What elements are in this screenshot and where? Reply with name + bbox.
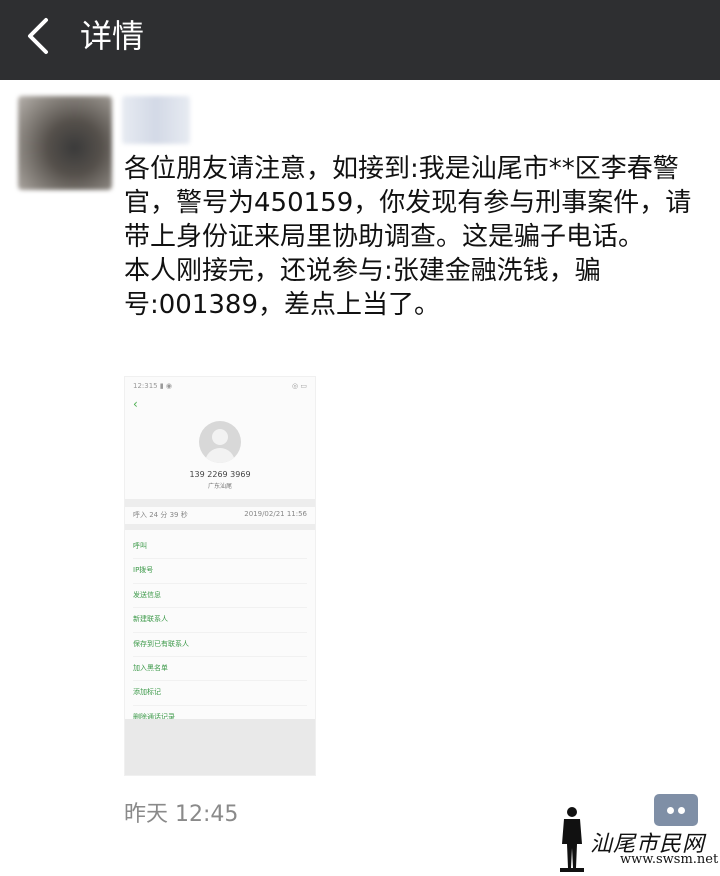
mini-phone-number: 139 2269 3969 bbox=[189, 470, 251, 479]
mini-status-bar: 12:315 ▮ ◉ ◎ ▭ bbox=[133, 382, 307, 390]
mini-status-left: 12:315 ▮ ◉ bbox=[133, 382, 173, 390]
chevron-left-icon bbox=[28, 18, 48, 54]
avatar[interactable] bbox=[18, 96, 112, 190]
mini-location: 广东汕尾 bbox=[207, 483, 232, 490]
mini-action-item: 添加标记 bbox=[133, 681, 307, 706]
comment-button[interactable] bbox=[654, 794, 698, 826]
mini-status-right: ◎ ▭ bbox=[292, 382, 307, 390]
back-button[interactable] bbox=[18, 14, 60, 58]
mini-footer bbox=[125, 719, 315, 775]
mini-action-item: 呼叫 bbox=[133, 535, 307, 560]
mini-action-item: 发送信息 bbox=[133, 584, 307, 609]
mini-action-item: 加入黑名单 bbox=[133, 657, 307, 682]
page-title: 详情 bbox=[80, 17, 145, 55]
attached-screenshot[interactable]: 12:315 ▮ ◉ ◎ ▭ ‹ 139 2269 3969 广东汕尾 呼入 2… bbox=[124, 376, 316, 776]
mini-action-item: 新建联系人 bbox=[133, 608, 307, 633]
mini-call-record: 呼入 24 分 39 秒 2019/02/21 11:56 bbox=[133, 510, 307, 520]
post-line-1: 各位朋友请注意，如接到:我是汕尾市**区李春警官，警号为450159，你发现有参… bbox=[124, 154, 692, 252]
mini-call-date: 2019/02/21 11:56 bbox=[244, 510, 307, 518]
mini-action-item: 保存到已有联系人 bbox=[133, 633, 307, 657]
top-bar: 详情 bbox=[0, 0, 720, 80]
mini-call-duration: 呼入 24 分 39 秒 bbox=[133, 511, 188, 519]
post-text: 各位朋友请注意，如接到:我是汕尾市**区李春警官，警号为450159，你发现有参… bbox=[124, 152, 704, 322]
mini-action-item: IP拨号 bbox=[133, 559, 307, 584]
post-line-2: 本人刚接完，还说参与:张建金融洗钱，骗号:001389，差点上当了。 bbox=[124, 256, 601, 320]
mini-contact-avatar bbox=[199, 421, 241, 463]
mini-divider bbox=[125, 524, 315, 530]
nickname-blurred[interactable] bbox=[122, 96, 190, 144]
watermark-figure-icon bbox=[560, 807, 584, 872]
post-timestamp: 昨天 12:45 bbox=[124, 802, 239, 827]
mini-back-icon: ‹ bbox=[133, 397, 138, 411]
mini-divider bbox=[125, 499, 315, 507]
mini-action-list: 呼叫 IP拨号 发送信息 新建联系人 保存到已有联系人 加入黑名单 添加标记 删… bbox=[133, 535, 307, 731]
watermark-url: www.swsm.net bbox=[620, 852, 719, 867]
